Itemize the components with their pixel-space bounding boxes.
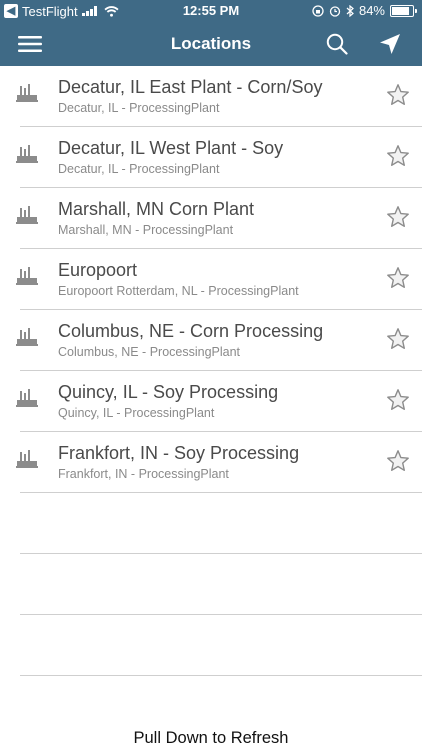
location-name: Marshall, MN Corn Plant [58, 199, 255, 219]
favorite-star-icon[interactable] [386, 83, 410, 112]
alarm-icon [329, 5, 341, 17]
favorite-star-icon[interactable] [386, 144, 410, 173]
search-button[interactable] [321, 28, 353, 60]
processing-plant-icon [16, 267, 38, 290]
battery-percent: 84% [358, 3, 385, 18]
processing-plant-icon [16, 328, 38, 351]
favorite-star-icon[interactable] [386, 449, 410, 478]
list-item[interactable]: Frankfort, IN - Soy Processing Frankfort,… [16, 432, 422, 493]
favorite-star-icon[interactable] [386, 205, 410, 234]
favorite-star-icon[interactable] [386, 388, 410, 417]
list-item[interactable]: Europoort Europoort Rotterdam, NL - Proce… [16, 249, 422, 310]
processing-plant-icon [16, 145, 38, 168]
location-name: Decatur, IL East Plant - Corn/Soy [58, 77, 323, 97]
list-item[interactable]: Columbus, NE - Corn Processing Columbus, … [16, 310, 422, 371]
processing-plant-icon [16, 389, 38, 412]
favorite-star-icon[interactable] [386, 266, 410, 295]
list-item[interactable]: Decatur, IL West Plant - Soy Decatur, IL … [16, 127, 422, 188]
page-title: Locations [170, 34, 252, 53]
orientation-lock-icon [312, 4, 324, 17]
location-subtitle: Decatur, IL - ProcessingPlant [58, 162, 220, 176]
current-location-button[interactable] [374, 28, 406, 60]
empty-list-row [20, 554, 422, 615]
location-subtitle: Decatur, IL - ProcessingPlant [58, 101, 220, 115]
empty-list-row [20, 493, 422, 554]
pull-to-refresh-hint: Pull Down to Refresh [133, 729, 289, 747]
location-name: Decatur, IL West Plant - Soy [58, 138, 284, 158]
location-name: Quincy, IL - Soy Processing [58, 382, 279, 402]
location-name: Europoort [58, 260, 138, 280]
bluetooth-icon [346, 4, 354, 17]
processing-plant-icon [16, 450, 38, 473]
nav-bar: Locations [0, 22, 422, 66]
location-subtitle: Europoort Rotterdam, NL - ProcessingPlan… [58, 284, 299, 298]
processing-plant-icon [16, 206, 38, 229]
status-right: 84% [312, 3, 417, 18]
search-icon [326, 33, 348, 55]
app-header: ◀ TestFlight 12:55 PM 84% Locations [0, 0, 422, 66]
location-arrow-icon [380, 34, 400, 54]
processing-plant-icon [16, 84, 38, 107]
list-item[interactable]: Quincy, IL - Soy Processing Quincy, IL - … [16, 371, 422, 432]
location-list: Decatur, IL East Plant - Corn/Soy Decatur… [0, 66, 422, 676]
empty-list-row [20, 615, 422, 676]
battery-icon [390, 4, 417, 17]
list-item[interactable]: Marshall, MN Corn Plant Marshall, MN - Pr… [16, 188, 422, 249]
status-bar: ◀ TestFlight 12:55 PM 84% [0, 0, 422, 22]
location-subtitle: Quincy, IL - ProcessingPlant [58, 406, 215, 420]
location-name: Frankfort, IN - Soy Processing [58, 443, 300, 463]
list-item[interactable]: Decatur, IL East Plant - Corn/Soy Decatur… [16, 66, 422, 127]
location-subtitle: Marshall, MN - ProcessingPlant [58, 223, 234, 237]
location-subtitle: Columbus, NE - ProcessingPlant [58, 345, 241, 359]
location-name: Columbus, NE - Corn Processing [58, 321, 324, 341]
favorite-star-icon[interactable] [386, 327, 410, 356]
location-subtitle: Frankfort, IN - ProcessingPlant [58, 467, 229, 481]
